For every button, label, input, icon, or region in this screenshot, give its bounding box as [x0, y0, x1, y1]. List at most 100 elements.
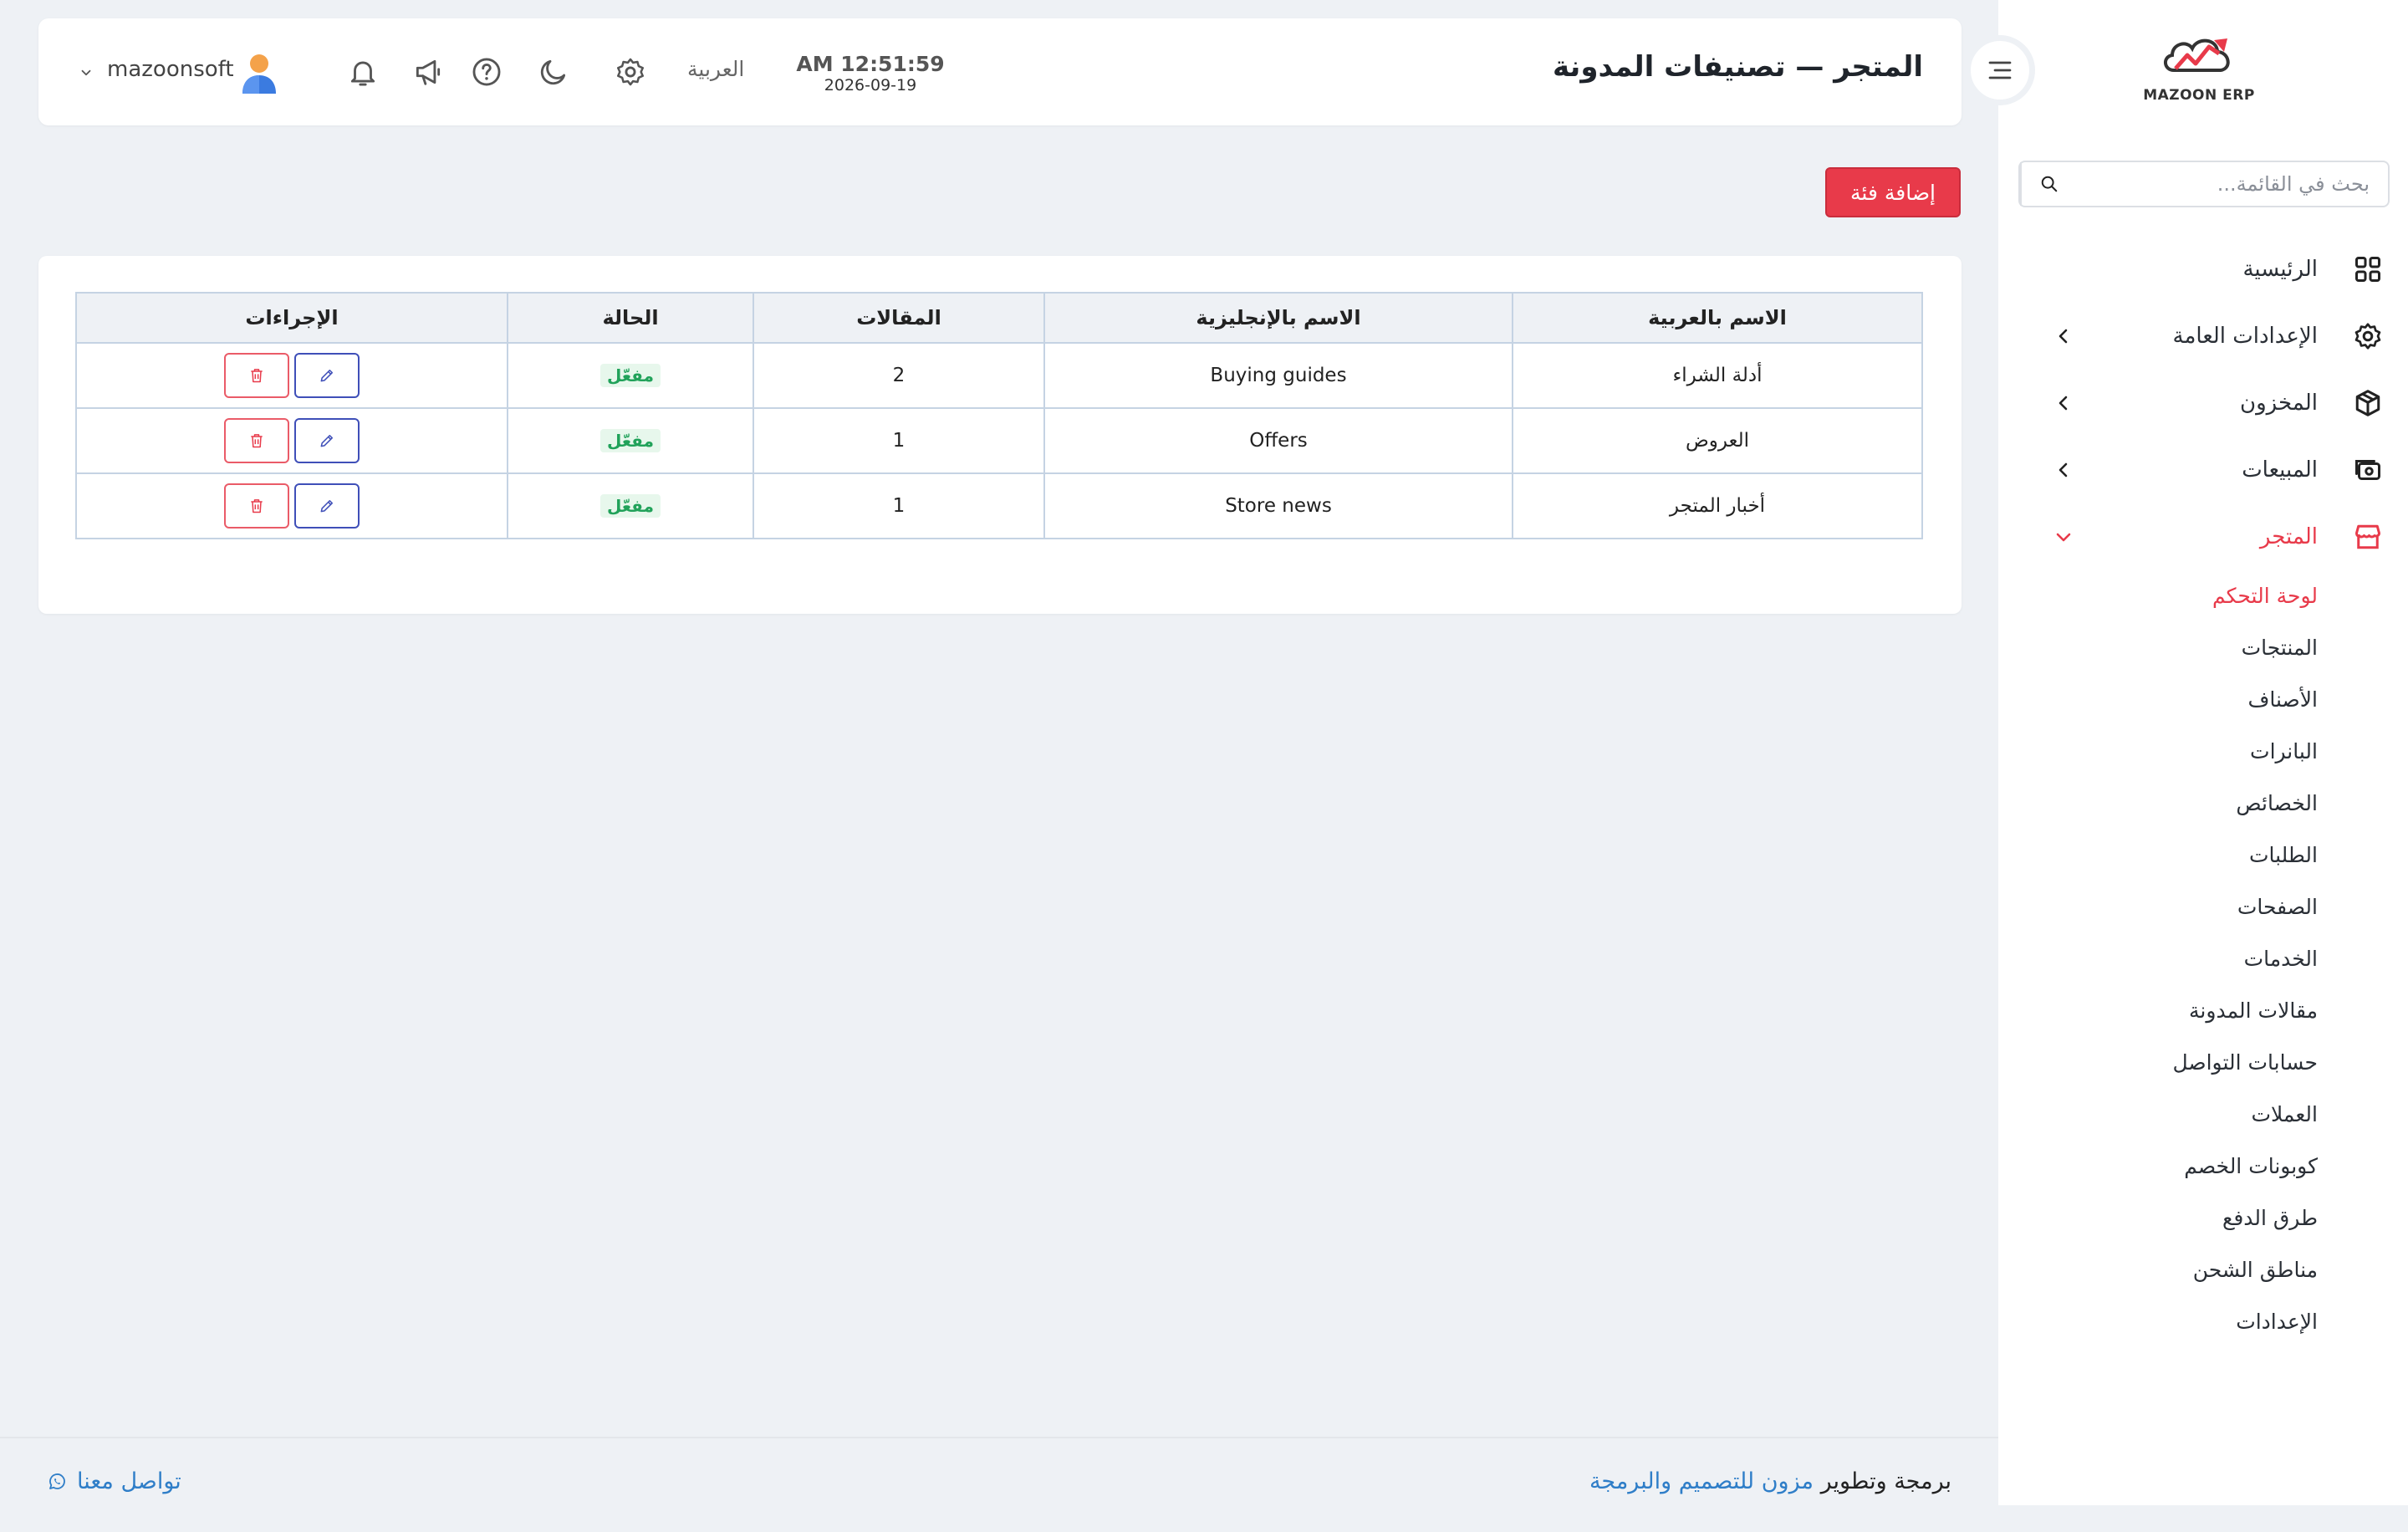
- table-row: أخبار المتجر Store news 1 مفعّل: [75, 472, 1923, 539]
- sidebar: MAZOON ERP الرئيسية الإعدادات العامة: [1998, 0, 2408, 1505]
- cell-articles: 1: [752, 472, 1045, 539]
- chevron-left-icon: [2053, 460, 2074, 480]
- box-icon: [2353, 388, 2383, 418]
- sidebar-item-label: الإعدادات العامة: [2172, 324, 2318, 349]
- grid-icon: [2353, 254, 2383, 284]
- sidebar-item-sales[interactable]: المبيعات: [1998, 437, 2408, 503]
- submenu-item-dashboard[interactable]: لوحة التحكم: [1998, 572, 2408, 624]
- column-header-name-en: الاسم بالإنجليزية: [1043, 292, 1513, 344]
- store-submenu: لوحة التحكم المنتجات الأصناف البانرات ال…: [1998, 572, 2408, 1350]
- cell-actions: [75, 472, 508, 539]
- edit-button[interactable]: [294, 483, 360, 529]
- table-header-row: الاسم بالعربية الاسم بالإنجليزية المقالا…: [75, 292, 1923, 344]
- submenu-item-services[interactable]: الخدمات: [1998, 935, 2408, 987]
- submenu-item-social-accounts[interactable]: حسابات التواصل: [1998, 1039, 2408, 1090]
- cell-name-ar: العروض: [1512, 407, 1923, 474]
- brand-logo[interactable]: MAZOON ERP: [2142, 32, 2256, 112]
- edit-button[interactable]: [294, 353, 360, 398]
- sidebar-menu: الرئيسية الإعدادات العامة المخزون المبيع…: [1998, 236, 2408, 1334]
- submenu-item-attributes[interactable]: الخصائص: [1998, 779, 2408, 831]
- sidebar-item-store[interactable]: المتجر: [1998, 503, 2408, 570]
- pencil-icon: [320, 435, 333, 447]
- search-icon[interactable]: [2020, 162, 2077, 206]
- cell-articles: 1: [752, 407, 1045, 474]
- menu-lines-icon: [1988, 61, 2012, 79]
- username[interactable]: mazoonsoft: [107, 57, 234, 82]
- cell-name-en: Buying guides: [1043, 342, 1513, 409]
- sidebar-item-label: المخزون: [2240, 391, 2318, 416]
- column-header-name-ar: الاسم بالعربية: [1512, 292, 1923, 344]
- contact-link[interactable]: تواصل معنا: [47, 1468, 181, 1494]
- trash-icon: [251, 499, 263, 513]
- moon-icon[interactable]: [537, 55, 570, 89]
- credits-prefix: برمجة وتطوير: [1820, 1468, 1951, 1494]
- pencil-icon: [320, 500, 333, 513]
- column-header-actions: الإجراءات: [75, 292, 508, 344]
- submenu-item-pages[interactable]: الصفحات: [1998, 883, 2408, 935]
- submenu-item-currencies[interactable]: العملات: [1998, 1090, 2408, 1142]
- submenu-item-categories[interactable]: الأصناف: [1998, 676, 2408, 728]
- cell-status: مفعّل: [507, 342, 754, 409]
- gear-icon[interactable]: [614, 55, 647, 89]
- sidebar-item-inventory[interactable]: المخزون: [1998, 370, 2408, 437]
- status-badge: مفعّل: [600, 494, 661, 518]
- language-switcher[interactable]: العربية: [687, 57, 744, 81]
- cell-name-ar: أدلة الشراء: [1512, 342, 1923, 409]
- sidebar-item-label: المبيعات: [2242, 457, 2318, 483]
- categories-card: الاسم بالعربية الاسم بالإنجليزية المقالا…: [38, 256, 1962, 614]
- sidebar-item-label: الرئيسية: [2242, 257, 2318, 282]
- contact-label: تواصل معنا: [77, 1468, 181, 1494]
- chevron-left-icon: [2053, 326, 2074, 346]
- avatar[interactable]: [239, 52, 279, 95]
- submenu-item-banners[interactable]: البانرات: [1998, 728, 2408, 779]
- gear-icon: [2353, 321, 2383, 351]
- delete-button[interactable]: [224, 483, 289, 529]
- sidebar-toggle-button[interactable]: [1965, 35, 2035, 105]
- menu-search-input[interactable]: [2077, 162, 2388, 206]
- credits-link[interactable]: مزون للتصميم والبرمجة: [1589, 1468, 1814, 1494]
- column-header-status: الحالة: [507, 292, 754, 344]
- categories-table: الاسم بالعربية الاسم بالإنجليزية المقالا…: [75, 292, 1923, 539]
- logo-graphic-icon: [2164, 38, 2230, 72]
- trash-icon: [251, 434, 263, 448]
- footer-credits: برمجة وتطوير مزون للتصميم والبرمجة: [1589, 1468, 1951, 1494]
- cell-name-ar: أخبار المتجر: [1512, 472, 1923, 539]
- chevron-down-icon[interactable]: [79, 65, 94, 80]
- bell-icon[interactable]: [346, 55, 380, 89]
- whatsapp-icon: [49, 1473, 65, 1489]
- top-header: المتجر — تصنيفات المدونة AM 12:51:59 202…: [38, 18, 1962, 125]
- footer: برمجة وتطوير مزون للتصميم والبرمجة تواصل…: [0, 1437, 1998, 1532]
- submenu-item-blog-posts[interactable]: مقالات المدونة: [1998, 987, 2408, 1039]
- chevron-left-icon: [2053, 393, 2074, 413]
- pencil-icon: [320, 370, 333, 382]
- sidebar-item-home[interactable]: الرئيسية: [1998, 236, 2408, 303]
- sidebar-item-general-settings[interactable]: الإعدادات العامة: [1998, 303, 2408, 370]
- submenu-item-coupons[interactable]: كوبونات الخصم: [1998, 1142, 2408, 1194]
- cell-status: مفعّل: [507, 472, 754, 539]
- cell-name-en: Store news: [1043, 472, 1513, 539]
- submenu-item-products[interactable]: المنتجات: [1998, 624, 2408, 676]
- megaphone-icon[interactable]: [411, 55, 445, 89]
- trash-icon: [251, 369, 263, 383]
- page-title: المتجر — تصنيفات المدونة: [1552, 50, 1923, 84]
- store-icon: [2353, 522, 2383, 552]
- clock-time: AM 12:51:59: [796, 52, 945, 76]
- cash-icon: [2353, 455, 2383, 485]
- logo-text: MAZOON ERP: [2143, 87, 2255, 104]
- header-clock: AM 12:51:59 2026-09-19: [791, 52, 950, 94]
- help-icon[interactable]: [470, 55, 503, 89]
- add-category-button[interactable]: إضافة فئة: [1825, 167, 1961, 217]
- submenu-item-payment-methods[interactable]: طرق الدفع: [1998, 1194, 2408, 1246]
- cell-status: مفعّل: [507, 407, 754, 474]
- delete-button[interactable]: [224, 418, 289, 463]
- sidebar-item-label: المتجر: [2259, 524, 2318, 549]
- cell-articles: 2: [752, 342, 1045, 409]
- submenu-item-shipping-zones[interactable]: مناطق الشحن: [1998, 1246, 2408, 1298]
- submenu-item-settings[interactable]: الإعدادات: [1998, 1298, 2408, 1350]
- edit-button[interactable]: [294, 418, 360, 463]
- cell-actions: [75, 342, 508, 409]
- menu-search[interactable]: [2018, 161, 2390, 207]
- submenu-item-orders[interactable]: الطلبات: [1998, 831, 2408, 883]
- delete-button[interactable]: [224, 353, 289, 398]
- clock-date: 2026-09-19: [824, 76, 917, 94]
